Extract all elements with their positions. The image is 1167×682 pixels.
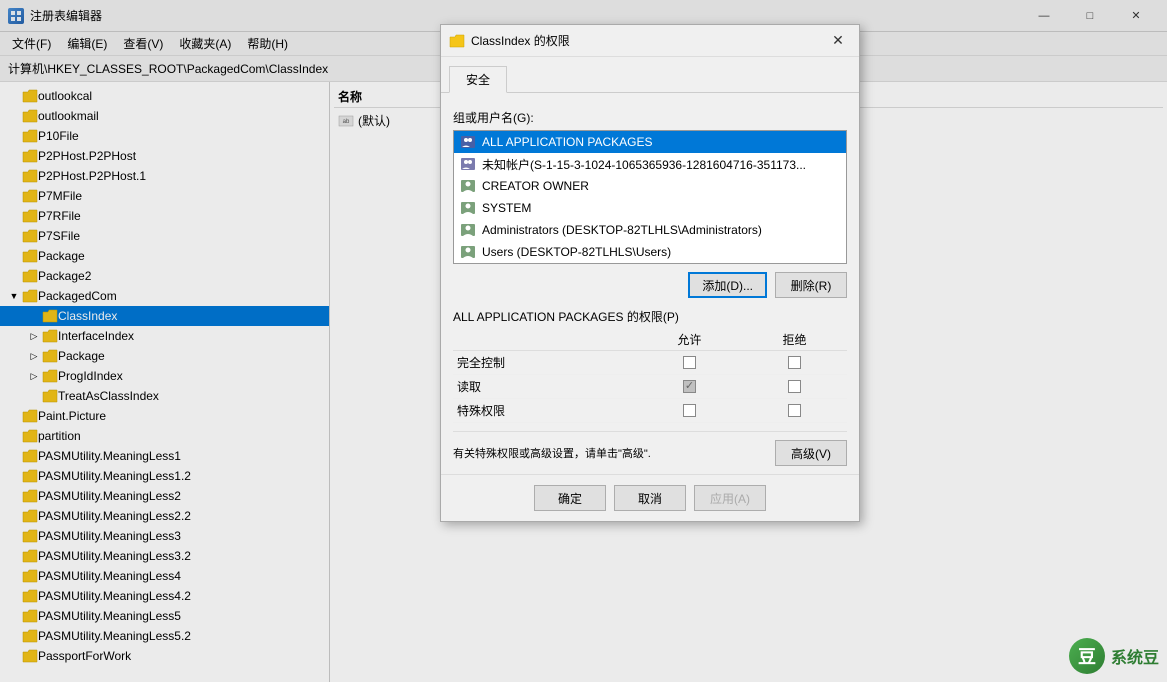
apply-button[interactable]: 应用(A) bbox=[694, 485, 766, 511]
perm-name-full: 完全控制 bbox=[453, 351, 637, 375]
user-label: Users (DESKTOP-82TLHLS\Users) bbox=[482, 245, 671, 259]
perm-deny-special[interactable] bbox=[742, 399, 847, 423]
deny-checkbox-full[interactable] bbox=[788, 356, 801, 369]
dialog-tabs: 安全 bbox=[441, 57, 859, 93]
user-list-item-all-app-packages[interactable]: ALL APPLICATION PACKAGES bbox=[454, 131, 846, 153]
user-icon bbox=[460, 200, 476, 216]
perm-name-read: 读取 bbox=[453, 375, 637, 399]
advanced-row: 有关特殊权限或高级设置，请单击"高级". 高级(V) bbox=[453, 431, 847, 466]
group-icon bbox=[460, 134, 476, 150]
add-button[interactable]: 添加(D)... bbox=[688, 272, 767, 298]
user-label: Administrators (DESKTOP-82TLHLS\Administ… bbox=[482, 223, 762, 237]
perm-allow-full[interactable] bbox=[637, 351, 742, 375]
perm-deny-read[interactable] bbox=[742, 375, 847, 399]
user-label: 未知帐户(S-1-15-3-1024-1065365936-1281604716… bbox=[482, 156, 806, 173]
permissions-table: 允许 拒绝 完全控制 bbox=[453, 329, 847, 423]
perm-row-read: 读取 bbox=[453, 375, 847, 399]
permissions-dialog: ClassIndex 的权限 ✕ 安全 组或用户名(G): bbox=[440, 24, 860, 522]
perm-row-full: 完全控制 bbox=[453, 351, 847, 375]
perm-col-header bbox=[453, 329, 637, 351]
dialog-bottom-buttons: 确定 取消 应用(A) bbox=[441, 474, 859, 521]
perm-name-special: 特殊权限 bbox=[453, 399, 637, 423]
user-icon bbox=[460, 222, 476, 238]
user-list-item-unknown[interactable]: 未知帐户(S-1-15-3-1024-1065365936-1281604716… bbox=[454, 153, 846, 175]
user-list-item-administrators[interactable]: Administrators (DESKTOP-82TLHLS\Administ… bbox=[454, 219, 846, 241]
remove-button[interactable]: 删除(R) bbox=[775, 272, 847, 298]
user-icon bbox=[460, 178, 476, 194]
user-icon bbox=[460, 244, 476, 260]
user-list-item-system[interactable]: SYSTEM bbox=[454, 197, 846, 219]
user-label: SYSTEM bbox=[482, 201, 531, 215]
dialog-close-button[interactable]: ✕ bbox=[825, 28, 851, 54]
user-list-item-users[interactable]: Users (DESKTOP-82TLHLS\Users) bbox=[454, 241, 846, 263]
allow-checkbox-read[interactable] bbox=[683, 380, 696, 393]
add-remove-buttons: 添加(D)... 删除(R) bbox=[453, 272, 847, 298]
user-label: CREATOR OWNER bbox=[482, 179, 589, 193]
dialog-folder-icon bbox=[449, 34, 465, 48]
user-list[interactable]: ALL APPLICATION PACKAGES 未知帐户(S-1-15-3-1… bbox=[453, 130, 847, 264]
deny-checkbox-special[interactable] bbox=[788, 404, 801, 417]
user-label: ALL APPLICATION PACKAGES bbox=[482, 135, 653, 149]
cancel-button[interactable]: 取消 bbox=[614, 485, 686, 511]
watermark-icon: 豆 bbox=[1069, 638, 1105, 674]
allow-checkbox-full[interactable] bbox=[683, 356, 696, 369]
perm-row-special: 特殊权限 bbox=[453, 399, 847, 423]
perm-allow-special[interactable] bbox=[637, 399, 742, 423]
watermark: 豆 系统豆 bbox=[1069, 638, 1159, 674]
dialog-title: ClassIndex 的权限 bbox=[471, 32, 825, 49]
permissions-section-label: ALL APPLICATION PACKAGES 的权限(P) bbox=[453, 308, 847, 325]
allow-col-header: 允许 bbox=[637, 329, 742, 351]
dialog-title-bar: ClassIndex 的权限 ✕ bbox=[441, 25, 859, 57]
dialog-overlay: ClassIndex 的权限 ✕ 安全 组或用户名(G): bbox=[0, 0, 1167, 682]
group-icon bbox=[460, 156, 476, 172]
ok-button[interactable]: 确定 bbox=[534, 485, 606, 511]
deny-checkbox-read[interactable] bbox=[788, 380, 801, 393]
tab-security[interactable]: 安全 bbox=[449, 66, 507, 93]
main-window: 注册表编辑器 — □ ✕ 文件(F) 编辑(E) 查看(V) 收藏夹(A) 帮助… bbox=[0, 0, 1167, 682]
group-user-label: 组或用户名(G): bbox=[453, 109, 847, 126]
advanced-hint: 有关特殊权限或高级设置，请单击"高级". bbox=[453, 445, 651, 461]
allow-checkbox-special[interactable] bbox=[683, 404, 696, 417]
watermark-text: 系统豆 bbox=[1111, 644, 1159, 668]
dialog-content: 组或用户名(G): ALL APPLICATION PACKAGES bbox=[441, 101, 859, 474]
user-list-item-creator-owner[interactable]: CREATOR OWNER bbox=[454, 175, 846, 197]
deny-col-header: 拒绝 bbox=[742, 329, 847, 351]
perm-deny-full[interactable] bbox=[742, 351, 847, 375]
advanced-button[interactable]: 高级(V) bbox=[775, 440, 847, 466]
perm-allow-read[interactable] bbox=[637, 375, 742, 399]
